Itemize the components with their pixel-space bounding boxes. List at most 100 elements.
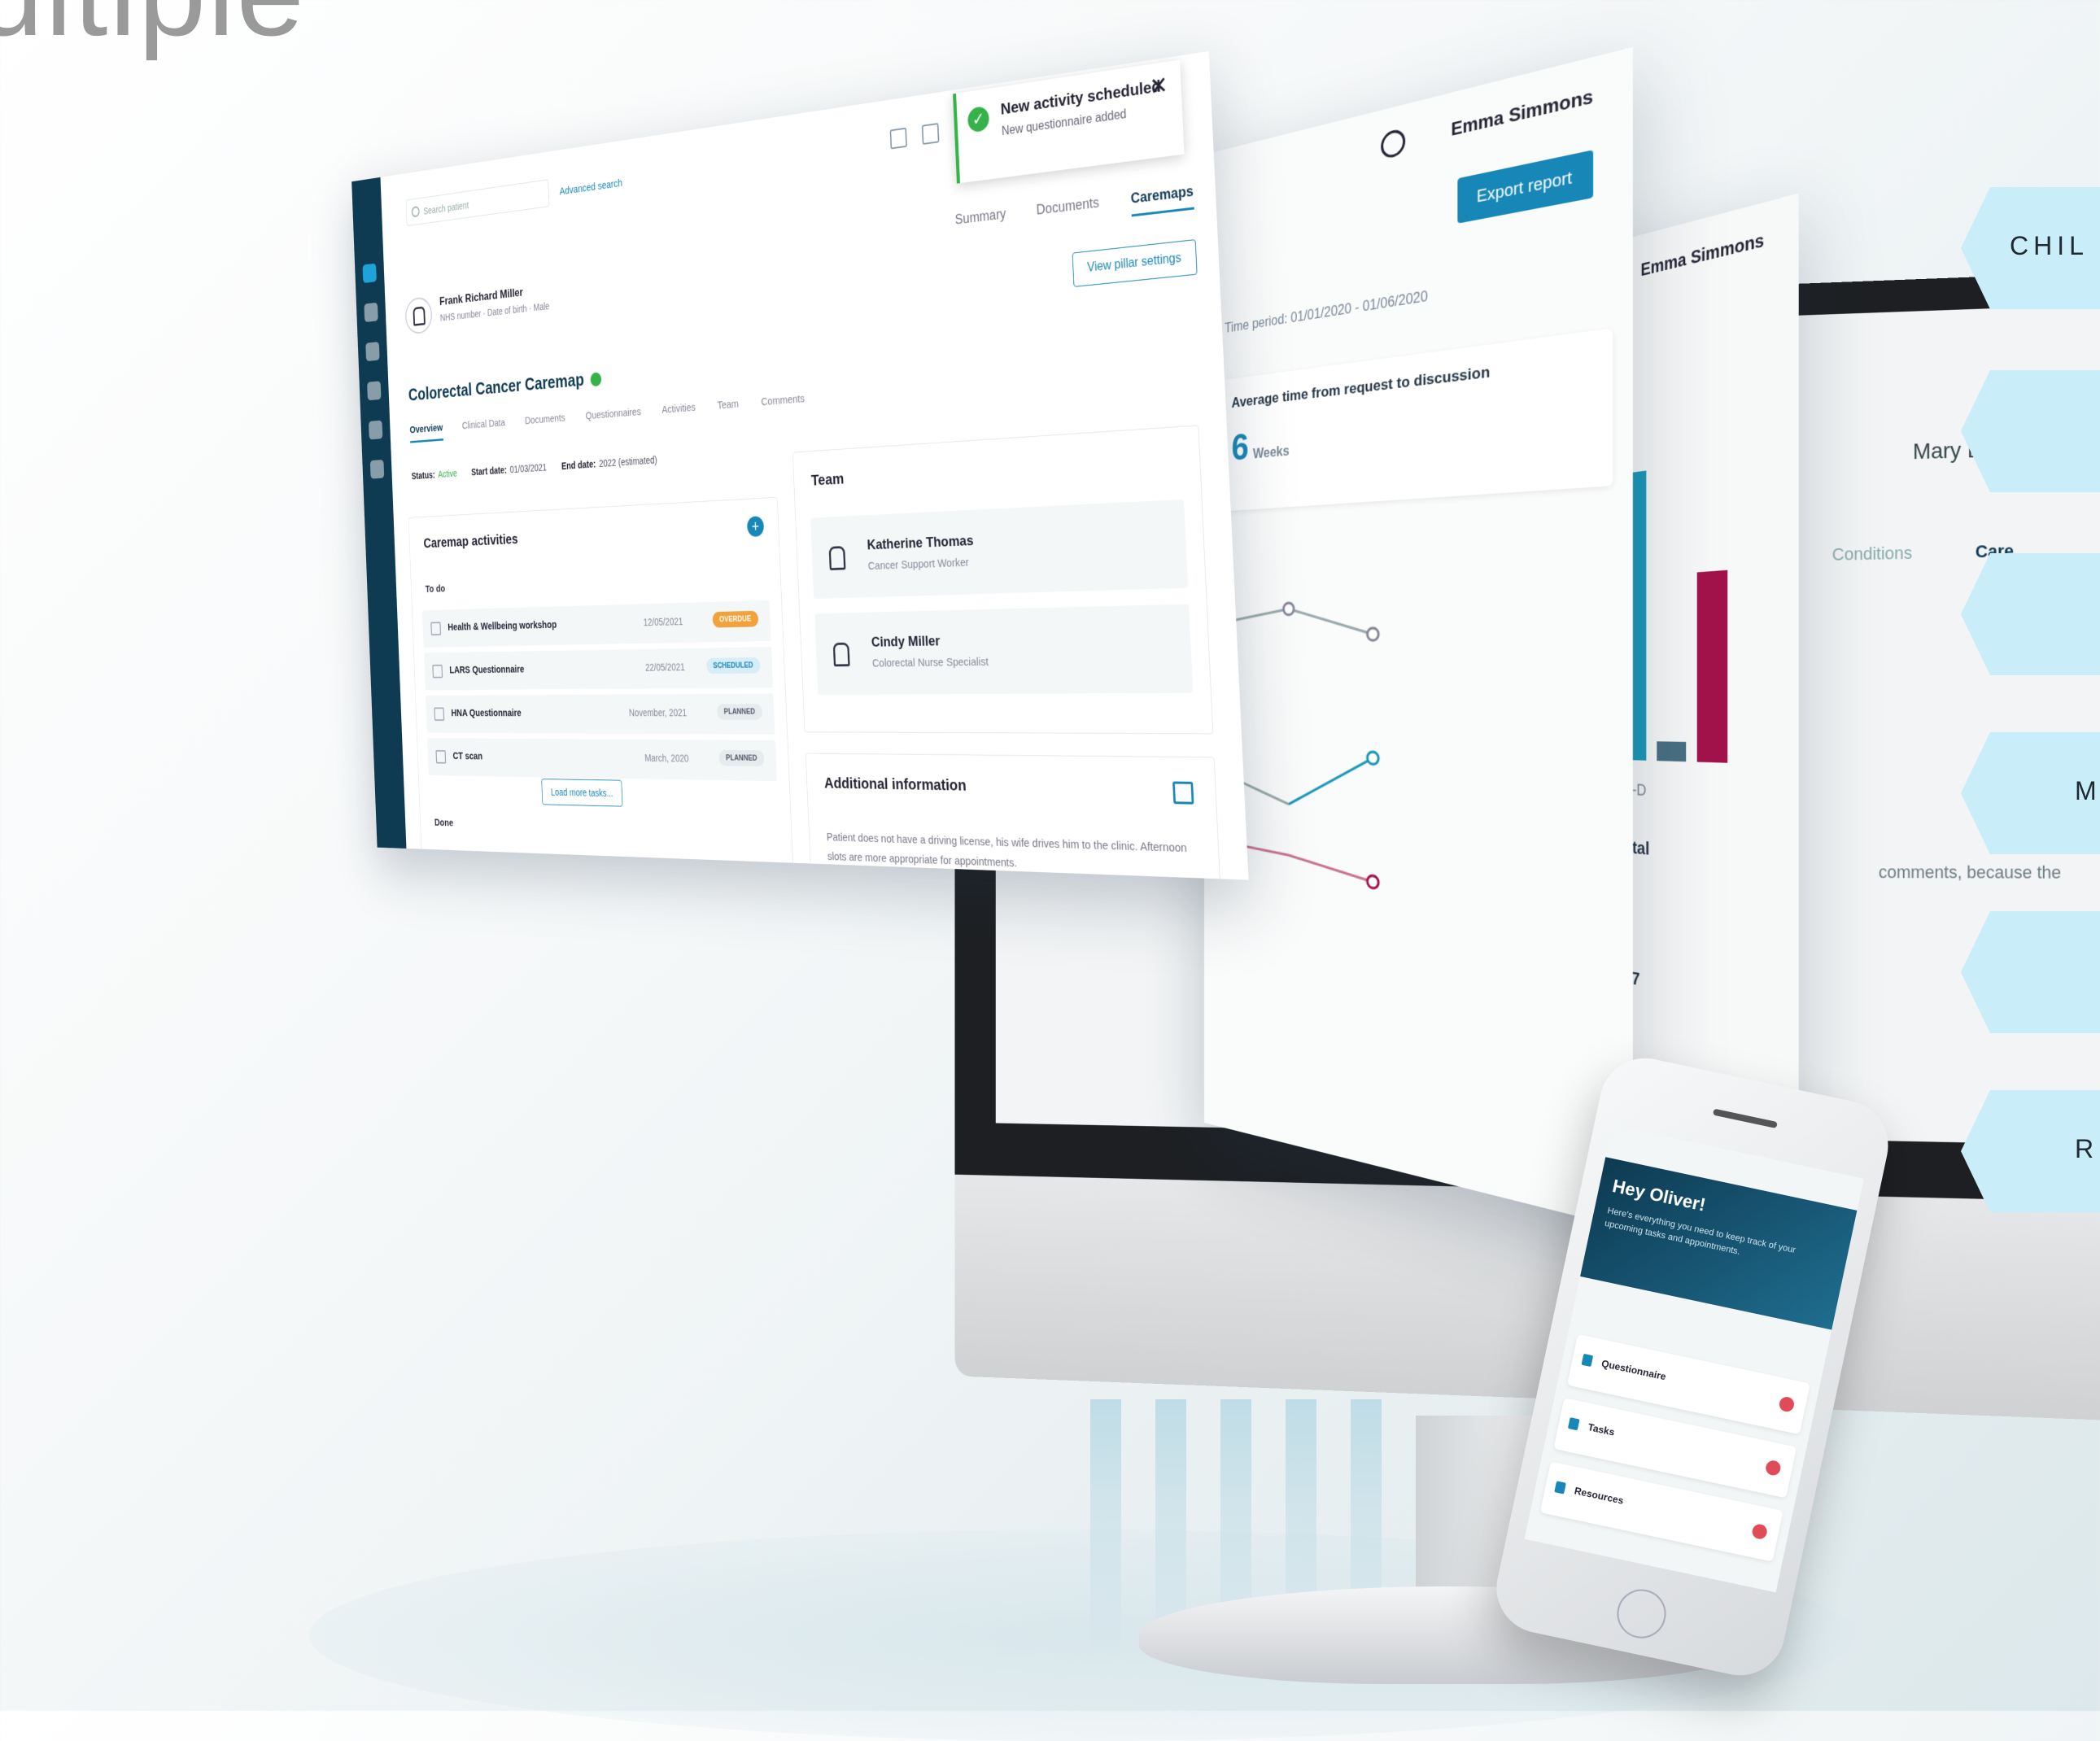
caremap-title-text: Colorectal Cancer Caremap [408, 369, 585, 405]
notification-badge [1764, 1459, 1782, 1477]
status-value: Active [438, 467, 458, 480]
phone-card-title: Questionnaire [1600, 1357, 1667, 1383]
data-point[interactable] [1368, 628, 1379, 640]
home-icon[interactable] [362, 263, 377, 284]
advanced-search-link[interactable]: Advanced search [559, 177, 622, 198]
chart-bar[interactable] [1657, 741, 1687, 762]
activity-date: 22/05/2021 [644, 661, 685, 674]
person-icon [828, 546, 846, 570]
tab-clinical-data[interactable]: Clinical Data [462, 417, 505, 431]
todo-label: To do [425, 583, 446, 596]
notification-badge [1778, 1395, 1796, 1413]
status-label: Status: [411, 469, 435, 482]
status-badge: OVERDUE [712, 610, 759, 628]
hex-label-text: CHIL [2010, 231, 2089, 260]
end-date-label: End date: [561, 458, 596, 472]
user-name[interactable]: Emma Simmons [1640, 230, 1764, 281]
document-icon[interactable] [365, 341, 380, 362]
notification-badge [1751, 1522, 1769, 1541]
activity-name: Health & Wellbeing workshop [448, 618, 557, 634]
user-name[interactable]: Emma Simmons [1451, 86, 1593, 142]
team-panel: Team Katherine Thomas Cancer Support Wor… [792, 425, 1214, 735]
bell-icon[interactable] [889, 127, 907, 150]
done-label: Done [434, 817, 454, 829]
checkbox[interactable] [435, 750, 447, 764]
task-icon [1567, 1417, 1580, 1431]
team-member[interactable]: Katherine Thomas Cancer Support Worker [810, 499, 1189, 600]
person-icon [832, 642, 850, 667]
activity-row[interactable]: LARS Questionnaire 22/05/2021 SCHEDULED [423, 647, 774, 691]
tab-documents-sub[interactable]: Documents [525, 412, 565, 426]
avatar [404, 296, 433, 335]
hex-label-box [1961, 911, 2100, 1033]
activity-date: March, 2020 [644, 752, 689, 765]
tab-comments[interactable]: Comments [761, 392, 805, 408]
activity-row[interactable]: CT scan March, 2020 PLANNED [427, 738, 778, 782]
status-badge: PLANNED [718, 749, 765, 767]
patient-header: Frank Richard Miller NHS number · Date o… [404, 261, 670, 345]
settings-icon[interactable] [369, 459, 385, 479]
activity-name: HNA Questionnaire [451, 707, 522, 719]
hex-label-box: CHIL [1961, 187, 2100, 309]
mail-icon[interactable] [921, 122, 940, 145]
hex-label-text: R [2075, 1134, 2099, 1163]
caremap-title: Colorectal Cancer Caremap [408, 367, 602, 405]
screen-note-text: comments, because the [1878, 862, 2062, 883]
monitor-chin [954, 1174, 2100, 1424]
activity-row[interactable]: HNA Questionnaire November, 2021 PLANNED [426, 693, 775, 735]
chart-icon[interactable] [368, 420, 383, 440]
tab-overview[interactable]: Overview [409, 421, 443, 443]
report-metric-card: Average time from request to discussion … [1217, 328, 1613, 512]
activity-name: CT scan [452, 750, 483, 762]
tab-questionnaires[interactable]: Questionnaires [585, 406, 641, 422]
tab-summary[interactable]: Summary [954, 206, 1006, 227]
add-icon[interactable]: + [746, 516, 765, 538]
calendar-icon[interactable] [364, 302, 378, 323]
questionnaire-icon [1581, 1353, 1594, 1368]
member-role: Cancer Support Worker [867, 556, 970, 573]
chart-bar[interactable] [1696, 569, 1728, 763]
activity-row[interactable]: Health & Wellbeing workshop 12/05/2021 O… [421, 600, 771, 648]
resource-icon [1554, 1481, 1566, 1494]
activity-date: 12/05/2021 [643, 615, 683, 628]
search-input[interactable]: Search patient [405, 179, 550, 227]
toast-notification: ✓ New activity scheduled New questionnai… [953, 59, 1185, 184]
checkbox[interactable] [434, 707, 445, 721]
tab-caremaps[interactable]: Caremaps [1130, 182, 1194, 217]
line-chart [1204, 564, 1633, 1080]
caremap-window: Search patient Advanced search ✓ New act… [351, 50, 1249, 880]
phone-card-title: Resources [1573, 1485, 1625, 1507]
app-sidebar [351, 177, 407, 849]
panel-title: Additional information [823, 775, 967, 795]
checkbox[interactable] [432, 664, 443, 679]
patient-tabs: Summary Documents Caremaps [929, 182, 1194, 231]
member-name: Cindy Miller [871, 633, 941, 651]
export-report-button[interactable]: Export report [1457, 150, 1594, 224]
data-point[interactable] [1284, 603, 1294, 615]
user-icon [1381, 127, 1406, 160]
activity-name: LARS Questionnaire [449, 663, 525, 676]
close-icon[interactable]: ✕ [1149, 72, 1168, 102]
data-point[interactable] [1368, 875, 1379, 889]
data-point[interactable] [1368, 752, 1379, 765]
view-pillar-settings-button[interactable]: View pillar settings [1072, 239, 1198, 287]
phone-card-title: Tasks [1587, 1421, 1616, 1438]
hex-label-box: R [1961, 1090, 2100, 1212]
hex-label-box [1961, 553, 2100, 675]
report-window: Emma Simmons Export report Time period: … [1204, 46, 1633, 1231]
load-more-button[interactable]: Load more tasks... [541, 779, 623, 807]
edit-icon[interactable] [1172, 781, 1194, 805]
checkbox[interactable] [430, 622, 442, 636]
tab-conditions[interactable]: Conditions [1832, 543, 1913, 565]
tab-documents[interactable]: Documents [1036, 194, 1099, 217]
metric-unit: Weeks [1252, 443, 1290, 462]
start-date-value: 01/03/2021 [509, 461, 548, 475]
member-role: Colorectal Nurse Specialist [871, 655, 989, 670]
status-dot-icon [590, 372, 602, 387]
status-badge: SCHEDULED [705, 657, 761, 674]
activity-date: November, 2021 [628, 706, 688, 718]
tab-activities[interactable]: Activities [661, 401, 696, 416]
tab-team[interactable]: Team [717, 398, 739, 412]
team-member[interactable]: Cindy Miller Colorectal Nurse Specialist [814, 604, 1194, 695]
list-icon[interactable] [367, 381, 382, 401]
